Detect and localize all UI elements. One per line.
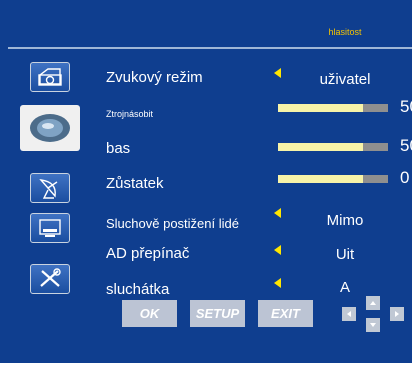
nav-left-button[interactable]: [342, 307, 356, 321]
balance-slider-fill: [278, 175, 363, 183]
hearing-impaired-left-arrow-icon[interactable]: [274, 208, 281, 218]
sound-mode-left-arrow-icon[interactable]: [274, 68, 281, 78]
balance-value: 0: [400, 168, 410, 187]
hearing-impaired-value[interactable]: Mimo: [290, 212, 400, 229]
ad-switch-value[interactable]: Uit: [290, 246, 400, 263]
setup-button[interactable]: SETUP: [190, 300, 245, 327]
nav-left-icon: [347, 311, 351, 317]
nav-up-icon: [370, 301, 376, 305]
osd-menu: hlasitost Zvukový režim uživatel Ztrojná…: [0, 0, 412, 363]
treble-slider[interactable]: [278, 104, 388, 112]
bass-slider-fill: [278, 143, 363, 151]
headphones-label: sluchátka: [106, 281, 170, 298]
picture-icon[interactable]: [30, 62, 70, 92]
nav-right-button[interactable]: [390, 307, 404, 321]
nav-down-icon: [370, 323, 376, 327]
ad-switch-left-arrow-icon[interactable]: [274, 245, 281, 255]
sound-icon[interactable]: [20, 105, 80, 151]
nav-down-button[interactable]: [366, 318, 380, 332]
headphones-value[interactable]: A: [290, 279, 400, 296]
treble-label: Ztrojnásobit: [106, 109, 154, 119]
bass-slider[interactable]: [278, 143, 388, 151]
hearing-impaired-label: Sluchově postižení lidé: [106, 216, 239, 231]
nav-right-icon: [395, 311, 399, 317]
ok-button[interactable]: OK: [122, 300, 177, 327]
treble-value: 50: [400, 97, 412, 116]
menu-title: hlasitost: [328, 27, 362, 37]
bass-value: 50: [400, 136, 412, 155]
setup-icon[interactable]: [30, 264, 70, 294]
exit-button[interactable]: EXIT: [258, 300, 313, 327]
feature-icon[interactable]: [30, 213, 70, 243]
nav-up-button[interactable]: [366, 296, 380, 310]
header-divider: [8, 47, 412, 49]
sound-mode-label: Zvukový režim: [106, 69, 203, 86]
bass-label: bas: [106, 140, 131, 157]
headphones-left-arrow-icon[interactable]: [274, 278, 281, 288]
balance-label: Zůstatek: [106, 175, 164, 192]
treble-slider-fill: [278, 104, 363, 112]
ad-switch-label: AD přepínač: [106, 245, 190, 262]
channel-icon[interactable]: [30, 173, 70, 203]
balance-slider[interactable]: [278, 175, 388, 183]
sound-mode-value[interactable]: uživatel: [290, 71, 400, 88]
